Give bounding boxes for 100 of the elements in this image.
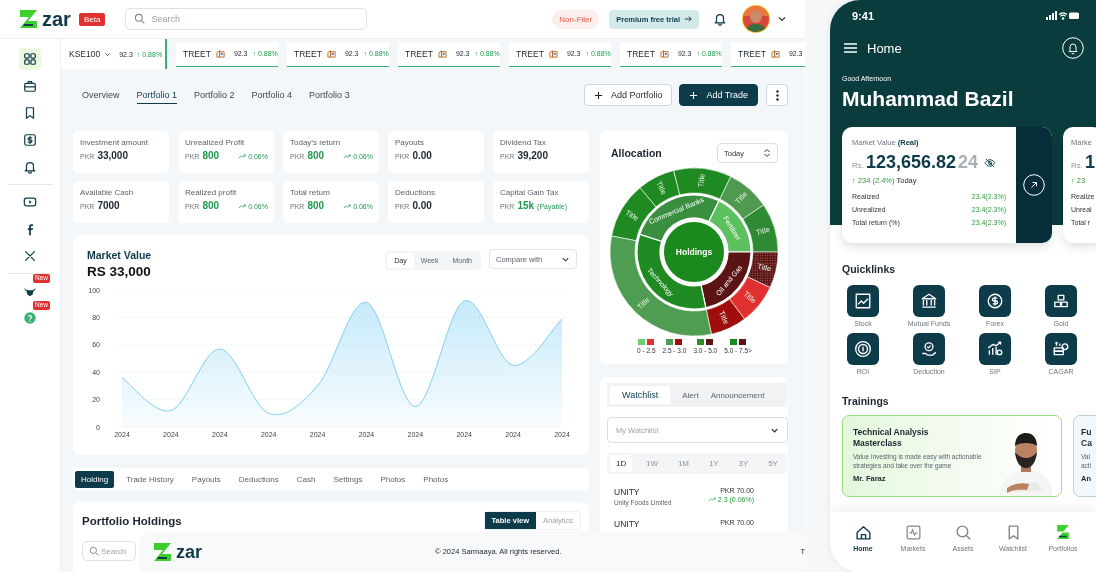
logo-icon bbox=[1054, 524, 1072, 541]
chart-center-label: Holdings bbox=[675, 247, 713, 257]
holding-tab[interactable]: Trade History bbox=[120, 470, 180, 488]
holding-tab[interactable]: Deductions bbox=[232, 470, 285, 488]
stock-symbol: UNITY bbox=[614, 519, 640, 529]
stat-value: 15k bbox=[517, 200, 535, 211]
building-icon bbox=[215, 49, 225, 58]
stat-value: 39,200 bbox=[517, 150, 548, 161]
card-title: Allocation bbox=[611, 147, 662, 159]
alert-tab[interactable]: Alert bbox=[676, 386, 705, 404]
stat-value: 800 bbox=[307, 200, 325, 211]
sort-icon bbox=[763, 148, 771, 158]
bell-icon[interactable] bbox=[1062, 37, 1084, 59]
bars-icon bbox=[1052, 292, 1070, 310]
stat-label: Capital Gain Tax bbox=[500, 188, 560, 197]
ticker-symbol: TREET bbox=[183, 48, 211, 59]
bookmark-icon bbox=[23, 106, 37, 120]
user-name: Muhammad Bazil bbox=[842, 87, 1015, 111]
sidebar-item[interactable] bbox=[19, 48, 41, 70]
plus-icon bbox=[593, 90, 603, 100]
coins-icon bbox=[1052, 340, 1070, 358]
bell-icon bbox=[713, 12, 727, 26]
logo-text: zar bbox=[176, 542, 202, 561]
building-icon bbox=[548, 49, 558, 58]
holding-tab[interactable]: Settings bbox=[327, 470, 369, 488]
currency-label: Rs. bbox=[1071, 161, 1083, 170]
stat-label: Dividend Tax bbox=[500, 138, 547, 147]
menu-icon bbox=[844, 43, 857, 53]
holding-tab[interactable]: Photos bbox=[417, 470, 455, 488]
stat-label: Payouts bbox=[395, 138, 425, 147]
holding-tab[interactable]: Holding bbox=[75, 470, 115, 488]
section-title: Trainings bbox=[842, 395, 890, 407]
caret-icon bbox=[777, 14, 787, 24]
stat-value: 7000 bbox=[97, 200, 120, 211]
add-trade-button[interactable]: Add Trade bbox=[679, 84, 758, 106]
ticker-symbol: TREET bbox=[627, 48, 655, 59]
home-icon bbox=[854, 524, 872, 541]
more-button[interactable] bbox=[766, 84, 788, 106]
open-icon[interactable] bbox=[1023, 174, 1045, 196]
video-icon bbox=[23, 195, 37, 209]
dollar-icon bbox=[23, 133, 37, 147]
eye-off-icon bbox=[984, 157, 997, 168]
portfolio-tab[interactable]: Portfolio 1 bbox=[136, 86, 178, 104]
stat-value: 800 bbox=[202, 150, 220, 161]
trend-up-icon bbox=[343, 204, 352, 209]
x-icon bbox=[23, 249, 37, 263]
screen-title: Home bbox=[867, 40, 902, 56]
caret-icon bbox=[104, 50, 112, 58]
chart-segment[interactable] bbox=[609, 235, 712, 337]
announcement-tab[interactable]: Announcement bbox=[704, 386, 771, 404]
search-field[interactable]: Search bbox=[82, 541, 136, 561]
portfolio-tab[interactable]: Portfolio 3 bbox=[309, 86, 350, 104]
growth-chart-icon bbox=[986, 340, 1004, 358]
training-title: Fu bbox=[1081, 427, 1093, 439]
portfolio-tab[interactable]: Portfolio 4 bbox=[251, 86, 293, 104]
trend-up-icon bbox=[343, 154, 352, 159]
logo-icon bbox=[18, 8, 40, 30]
stat-label: Unrealized Profit bbox=[185, 138, 246, 147]
add-portfolio-button[interactable]: Add Portfolio bbox=[583, 84, 673, 106]
portfolio-tab[interactable]: Overview bbox=[82, 86, 120, 104]
card-title: Market Value bbox=[87, 249, 152, 261]
stat-value: 0.00 bbox=[412, 150, 432, 161]
portfolio-tab[interactable]: Portfolio 2 bbox=[194, 86, 235, 104]
stat-label: Total return bbox=[290, 188, 332, 197]
stock-symbol: UNITY bbox=[614, 487, 641, 497]
holding-tab[interactable]: Payouts bbox=[185, 470, 227, 488]
status-time: 9:41 bbox=[852, 10, 875, 22]
chart-segment[interactable] bbox=[705, 298, 745, 335]
menu-button[interactable] bbox=[844, 43, 857, 53]
stat-label: Deductions bbox=[395, 188, 437, 197]
trend-up-icon bbox=[238, 204, 247, 209]
status-pill: Non-Filer bbox=[552, 9, 600, 29]
portfolio-value: 123,656.82 bbox=[866, 152, 957, 173]
building-icon bbox=[659, 49, 669, 58]
ticker-symbol: TREET bbox=[405, 48, 433, 59]
section-title: Quicklinks bbox=[842, 263, 897, 275]
ticker-symbol: KSE100 bbox=[69, 49, 101, 59]
building-icon bbox=[770, 49, 780, 58]
beta-badge: Beta bbox=[78, 12, 106, 26]
stat-label: Investment amount bbox=[80, 138, 150, 147]
chart-icon bbox=[854, 292, 872, 310]
bell-icon bbox=[23, 160, 37, 174]
coin-icon bbox=[854, 340, 872, 358]
faded-digits: 24 bbox=[958, 152, 979, 173]
stat-label: Available Cash bbox=[80, 188, 135, 197]
logo-icon bbox=[152, 540, 174, 563]
holding-tab[interactable]: Photos bbox=[374, 470, 412, 488]
holding-tab[interactable]: Cash bbox=[290, 470, 322, 488]
period-option[interactable]: 1D bbox=[610, 455, 633, 472]
trend-up-icon bbox=[238, 154, 247, 159]
watchlist-tab[interactable]: Watchlist bbox=[610, 386, 671, 404]
portfolio-value: 1 bbox=[1085, 152, 1095, 173]
help-icon bbox=[23, 311, 37, 325]
stat-value: 33,000 bbox=[97, 150, 128, 161]
building-icon bbox=[326, 49, 336, 58]
stat-label: Today’s return bbox=[290, 138, 342, 147]
logo-text: zar bbox=[42, 9, 71, 29]
building-icon bbox=[437, 49, 447, 58]
search-field[interactable]: Search bbox=[125, 8, 368, 30]
stat-label: Realized profit bbox=[185, 188, 238, 197]
